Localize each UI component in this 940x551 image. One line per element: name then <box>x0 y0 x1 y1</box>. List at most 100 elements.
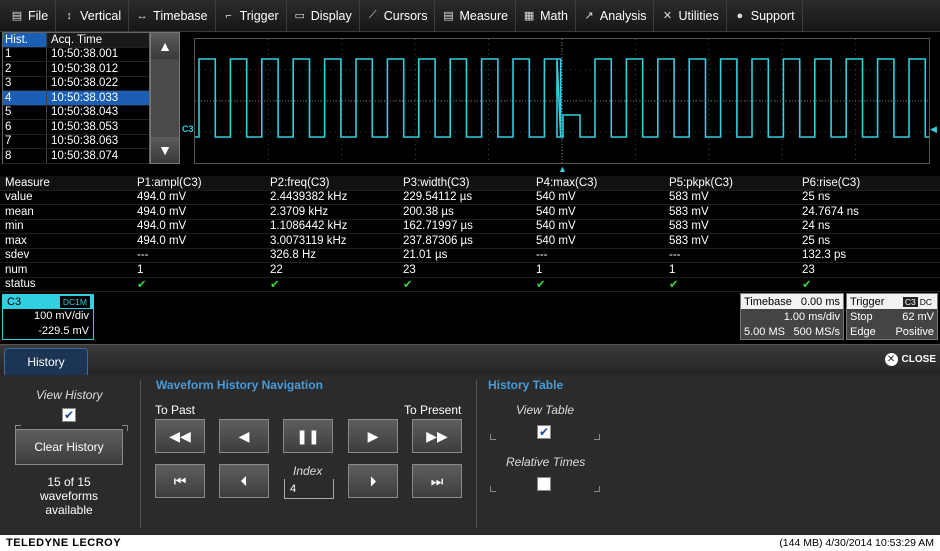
step-forward-icon: ⏵ <box>369 472 377 489</box>
measure-column-header[interactable]: P6:rise(C3) <box>802 176 940 190</box>
measure-column-header[interactable]: P2:freq(C3) <box>270 176 403 190</box>
timebase-delay: 0.00 ms <box>800 295 840 308</box>
channel-offset: -229.5 mV <box>38 325 89 337</box>
measure-column-header[interactable]: P1:ampl(C3) <box>137 176 270 190</box>
row-index: 2 <box>3 62 47 76</box>
measure-value: 21.01 µs <box>403 249 448 262</box>
measure-row-status: status ✔ ✔ ✔ ✔ ✔ ✔ <box>0 278 940 292</box>
view-table-label: View Table <box>516 403 575 417</box>
menu-label: Vertical <box>80 8 122 23</box>
measure-column-header[interactable]: P4:max(C3) <box>536 176 669 190</box>
play-forward-button[interactable]: ▶ <box>348 419 398 453</box>
menu-analysis[interactable]: ↗ Analysis <box>576 0 655 32</box>
play-reverse-icon: ◀ <box>238 427 250 444</box>
menu-measure[interactable]: ▤ Measure <box>435 0 517 32</box>
measure-row-label: min <box>5 220 24 233</box>
measure-column-header[interactable]: P3:width(C3) <box>403 176 536 190</box>
menu-timebase[interactable]: ↔ Timebase <box>129 0 216 32</box>
row-index: 1 <box>3 47 47 61</box>
menu-vertical[interactable]: ↕ Vertical <box>56 0 130 32</box>
measure-value: 494.0 mV <box>137 234 187 247</box>
menu-trigger[interactable]: ⌐ Trigger <box>216 0 287 32</box>
row-time: 10:50:38.033 <box>51 91 119 104</box>
step-forward-button[interactable]: ⏵ <box>348 464 398 498</box>
measure-value: 132.3 ps <box>802 249 847 262</box>
measure-value: --- <box>536 249 548 262</box>
clear-history-button[interactable]: Clear History <box>15 429 123 465</box>
waveform-grid[interactable] <box>194 38 930 164</box>
trigger-descriptor[interactable]: Trigger C3 DC Stop 62 mV Edge Positive <box>846 293 938 340</box>
trigger-level-marker-icon: ◀ <box>930 124 937 134</box>
support-icon: ● <box>736 9 744 22</box>
close-button[interactable]: ✕ CLOSE <box>884 353 936 366</box>
column-header[interactable]: Acq. Time <box>47 33 149 47</box>
history-table-title: History Table <box>488 378 564 392</box>
measure-value: 200.38 µs <box>403 205 454 218</box>
measure-row-label: max <box>5 234 27 247</box>
measure-value: 583 mV <box>669 234 709 247</box>
measure-value: --- <box>137 249 149 262</box>
pause-button[interactable]: ❚❚ <box>283 419 333 453</box>
row-index: 8 <box>3 149 47 163</box>
measure-value: 540 mV <box>536 205 576 218</box>
measure-value: 540 mV <box>536 220 576 233</box>
scroll-up-button[interactable]: ▲ <box>151 33 179 59</box>
menu-display[interactable]: ▭ Display <box>287 0 360 32</box>
last-waveform-button[interactable]: ⏭ <box>412 464 462 498</box>
measure-row-min: min 494.0 mV 1.1086442 kHz 162.71997 µs 540 … <box>0 220 940 234</box>
play-reverse-button[interactable]: ◀ <box>219 419 269 453</box>
table-row[interactable]: 2 10:50:38.012 <box>3 62 149 77</box>
view-table-checkbox[interactable]: ✔ <box>537 425 551 439</box>
step-back-button[interactable]: ⏴ <box>219 464 269 498</box>
measure-value: 583 mV <box>669 191 709 204</box>
horizontal-arrows-icon: ↔ <box>136 9 148 22</box>
measure-header-label: Measure <box>5 176 50 189</box>
trigger-level: 62 mV <box>902 310 934 323</box>
measure-value: 162.71997 µs <box>403 220 473 233</box>
first-waveform-button[interactable]: ⏮ <box>155 464 205 498</box>
status-check-icon: ✔ <box>403 279 413 291</box>
menu-label: File <box>28 8 49 23</box>
menu-cursors[interactable]: ⟋ Cursors <box>360 0 436 32</box>
table-row[interactable]: 1 10:50:38.001 <box>3 47 149 62</box>
measure-column-header[interactable]: P5:pkpk(C3) <box>669 176 802 190</box>
table-row[interactable]: 8 10:50:38.074 <box>3 149 149 164</box>
index-field[interactable]: 4 <box>284 479 334 499</box>
math-icon: ▦ <box>523 10 535 22</box>
menu-support[interactable]: ● Support <box>727 0 803 32</box>
menu-utilities[interactable]: ✕ Utilities <box>654 0 727 32</box>
table-row[interactable]: 4 10:50:38.033 <box>3 91 149 106</box>
menu-label: Measure <box>459 8 509 23</box>
menu-label: Timebase <box>153 8 208 23</box>
view-history-label: View History <box>36 388 103 402</box>
rewind-fast-button[interactable]: ◀◀ <box>155 419 205 453</box>
table-row[interactable]: 3 10:50:38.022 <box>3 76 149 91</box>
menu-file[interactable]: ▤ File <box>4 0 57 32</box>
measure-row-label: status <box>5 278 36 291</box>
measure-row-label: value <box>5 191 33 204</box>
history-scroller[interactable]: ▲ ▼ <box>150 32 180 164</box>
measure-value: 22 <box>270 263 283 276</box>
divider <box>140 380 141 528</box>
table-row[interactable]: 6 10:50:38.053 <box>3 120 149 135</box>
relative-times-checkbox[interactable] <box>537 477 551 491</box>
tab-history[interactable]: History <box>4 348 88 375</box>
history-table[interactable]: Hist. Acq. Time 1 10:50:38.001 2 10:50:38.012… <box>2 32 150 164</box>
timebase-descriptor[interactable]: Timebase 0.00 ms 1.00 ms/div 5.00 MS 500 M… <box>740 293 844 340</box>
divider <box>476 380 477 528</box>
column-header[interactable]: Hist. <box>3 33 47 47</box>
table-row[interactable]: 5 10:50:38.043 <box>3 105 149 120</box>
measure-row-value: value 494.0 mV 2.4439382 kHz 229.54112 µs 54… <box>0 191 940 205</box>
menu-label: Analysis <box>599 8 647 23</box>
menu-label: Support <box>750 8 795 23</box>
view-history-checkbox[interactable]: ✔ <box>62 408 76 422</box>
utilities-icon: ✕ <box>662 10 673 22</box>
channel-descriptor-c3[interactable]: C3 DC1M 100 mV/div -229.5 mV <box>2 294 94 340</box>
row-index: 3 <box>3 76 47 90</box>
table-row[interactable]: 7 10:50:38.063 <box>3 134 149 149</box>
menu-math[interactable]: ▦ Math <box>516 0 576 32</box>
scroll-down-button[interactable]: ▼ <box>151 137 179 163</box>
nav-section-title: Waveform History Navigation <box>156 378 323 392</box>
menu-label: Utilities <box>678 8 719 23</box>
forward-fast-button[interactable]: ▶▶ <box>412 419 462 453</box>
